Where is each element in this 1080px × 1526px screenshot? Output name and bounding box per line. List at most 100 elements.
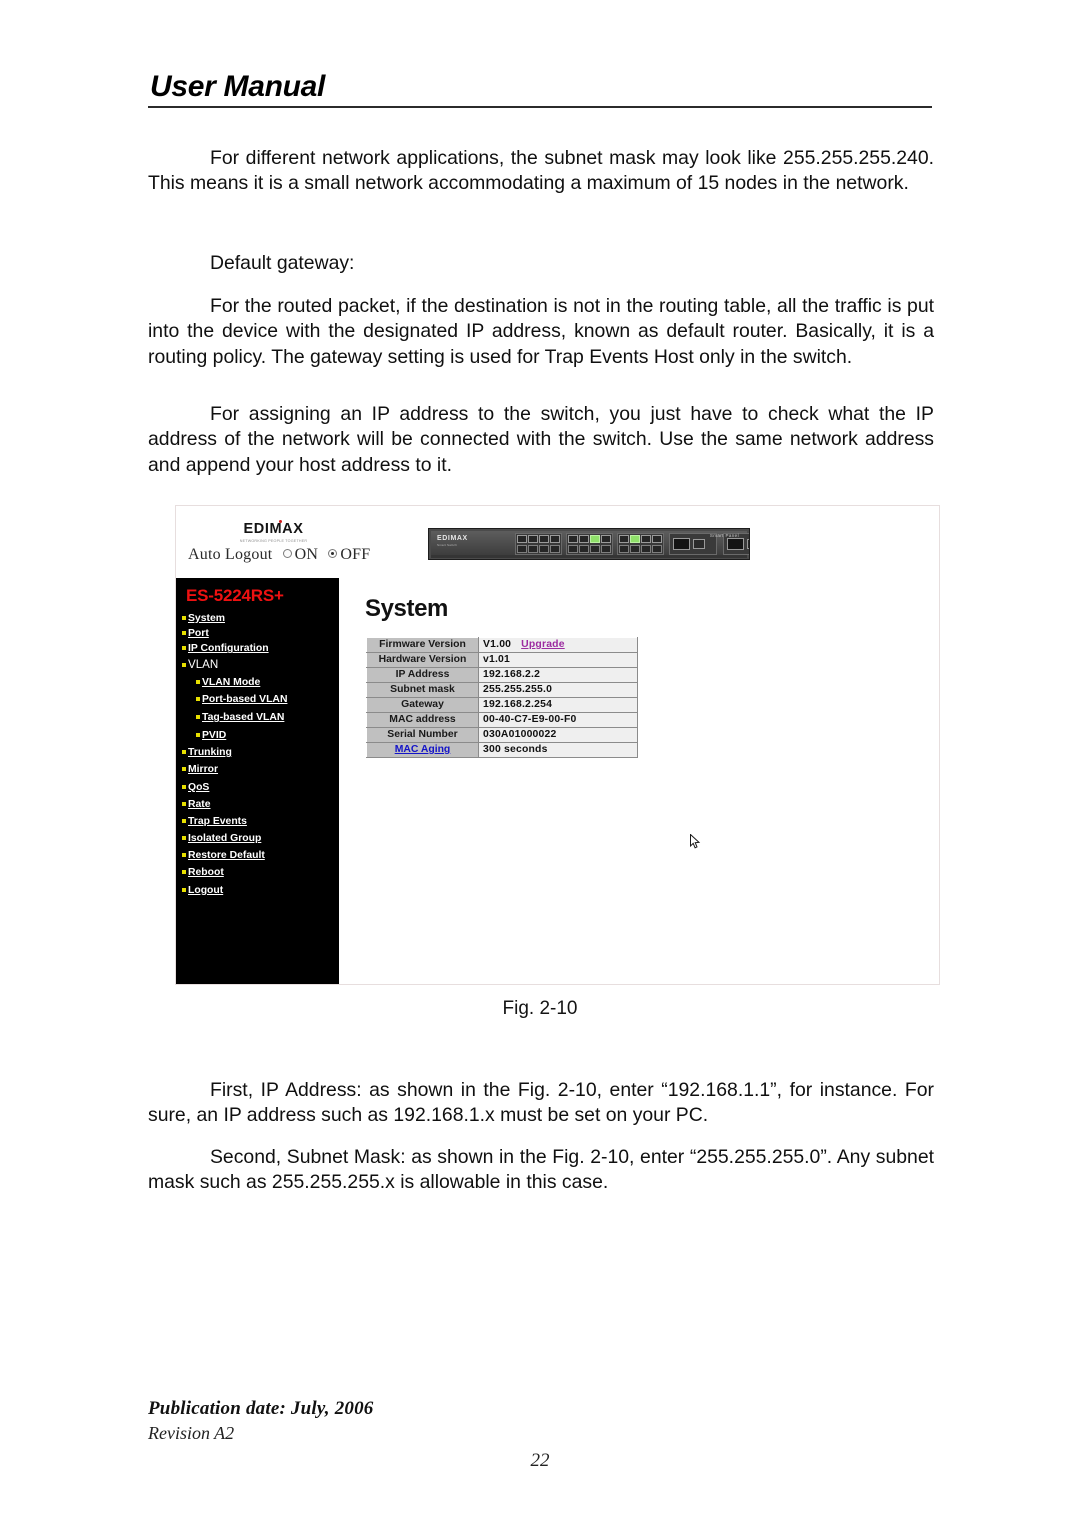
mouse-cursor-icon [690, 834, 701, 849]
sidebar-menu: System Port IP Configuration VLAN VLAN M… [182, 613, 339, 897]
paragraph-second-subnet-mask: Second, Subnet Mask: as shown in the Fig… [148, 1145, 934, 1196]
bullet-icon [182, 836, 186, 841]
row-value: 192.168.2.2 [478, 667, 638, 683]
publication-date: Publication date: July, 2006 [148, 1398, 374, 1419]
sidebar-item-label: QoS [188, 781, 210, 793]
sidebar-item-label: Logout [188, 884, 224, 896]
port-icon [517, 545, 527, 553]
switch-base-strip [431, 555, 747, 558]
sidebar-item-label: Trap Events [188, 815, 247, 827]
bullet-icon [182, 887, 186, 892]
bullet-icon [182, 818, 186, 823]
sidebar-item-label: Reboot [188, 867, 224, 879]
port-icon [539, 545, 549, 553]
sidebar-item-label: Trunking [188, 747, 232, 759]
sfp-slot-icon [673, 538, 690, 550]
edimax-logo-text: EDIMAX [243, 521, 304, 537]
table-row: MAC address 00-40-C7-E9-00-F0 [366, 712, 638, 728]
page-title: System [365, 595, 448, 622]
sidebar-item-reboot[interactable]: Reboot [182, 867, 339, 879]
table-row: Subnet mask 255.255.255.0 [366, 682, 638, 698]
bullet-icon [182, 767, 186, 772]
sfp-slot-icon [747, 539, 749, 549]
sidebar-item-tag-based-vlan[interactable]: Tag-based VLAN [196, 712, 339, 724]
port-icon [619, 545, 629, 553]
web-ui-sidebar: ES-5224RS+ System Port IP Configuration … [176, 578, 339, 984]
sidebar-item-port[interactable]: Port [182, 628, 339, 640]
port-icon [641, 545, 651, 553]
paragraph-text: First, IP Address: as shown in the Fig. … [148, 1079, 934, 1127]
table-row: Serial Number 030A01000022 [366, 727, 638, 743]
row-value: V1.00 Upgrade [478, 637, 638, 653]
paragraph-subnet-mask: For different network applications, the … [148, 146, 934, 197]
row-label: Hardware Version [366, 652, 479, 668]
bullet-icon [196, 714, 200, 719]
firmware-version-value: V1.00 [483, 639, 512, 650]
page-header: User Manual [148, 70, 932, 108]
sidebar-item-system[interactable]: System [182, 613, 339, 625]
table-row: Firmware Version V1.00 Upgrade [366, 637, 638, 653]
sidebar-item-label: VLAN [188, 657, 219, 671]
auto-logout-label: Auto Logout [188, 546, 273, 563]
sidebar-item-pvid[interactable]: PVID [196, 730, 339, 742]
port-icon [528, 535, 538, 543]
sidebar-item-port-based-vlan[interactable]: Port-based VLAN [196, 694, 339, 706]
sidebar-item-logout[interactable]: Logout [182, 885, 339, 897]
port-icon [568, 545, 578, 553]
sidebar-item-label: System [188, 613, 225, 624]
sidebar-item-trunking[interactable]: Trunking [182, 747, 339, 759]
sidebar-item-rate[interactable]: Rate [182, 799, 339, 811]
switch-panel-label: Smart Panel [709, 533, 739, 538]
sidebar-item-ip-configuration[interactable]: IP Configuration [182, 643, 339, 655]
port-icon [528, 545, 538, 553]
web-ui-content: System Firmware Version V1.00 Upgrade Har… [339, 578, 939, 984]
paragraph-text: For assigning an IP address to the switc… [148, 403, 934, 476]
port-bank-2 [566, 533, 613, 555]
switch-device-photo: EDIMAX Smart Switch Smart Panel [428, 528, 750, 560]
bullet-icon [182, 801, 186, 806]
port-row-bottom [619, 545, 662, 553]
row-value: 192.168.2.254 [478, 697, 638, 713]
sidebar-item-vlan-mode[interactable]: VLAN Mode [196, 677, 339, 689]
sidebar-item-label: Port-based VLAN [202, 694, 288, 706]
sidebar-item-trap-events[interactable]: Trap Events [182, 816, 339, 828]
port-icon [579, 535, 589, 543]
port-icon [652, 545, 662, 553]
auto-logout-on-label: ON [294, 546, 319, 563]
port-icon-active [630, 535, 640, 543]
sidebar-item-restore-default[interactable]: Restore Default [182, 850, 339, 862]
figure-screenshot-system-page: EDIMAX NETWORKING PEOPLE TOGETHER Auto L… [175, 505, 940, 985]
figure-main-area: ES-5224RS+ System Port IP Configuration … [176, 578, 939, 984]
sfp-slot-icon [693, 539, 705, 549]
row-value: v1.01 [478, 652, 638, 668]
port-bank-1 [515, 533, 562, 555]
mac-aging-link[interactable]: MAC Aging [395, 744, 451, 755]
port-icon [568, 535, 578, 543]
port-icon [590, 545, 600, 553]
sidebar-item-label: Rate [188, 798, 211, 810]
port-icon [550, 545, 560, 553]
sidebar-item-mirror[interactable]: Mirror [182, 764, 339, 776]
paragraph-text: For different network applications, the … [148, 147, 934, 195]
auto-logout-control: Auto Logout ON OFF [188, 546, 370, 564]
table-row: Gateway 192.168.2.254 [366, 697, 638, 713]
port-icon [579, 545, 589, 553]
row-value: 00-40-C7-E9-00-F0 [478, 712, 638, 728]
upgrade-link[interactable]: Upgrade [521, 639, 565, 650]
port-icon [539, 535, 549, 543]
table-row: MAC Aging 300 seconds [366, 742, 638, 758]
port-icon [641, 535, 651, 543]
port-icon [630, 545, 640, 553]
document-page: User Manual For different network applic… [0, 0, 1080, 1526]
port-row-top [619, 535, 662, 543]
sidebar-item-label: IP Configuration [188, 643, 269, 655]
auto-logout-radio-on[interactable] [282, 549, 292, 558]
port-row-bottom [517, 545, 560, 553]
sidebar-item-label: Tag-based VLAN [202, 711, 285, 723]
auto-logout-off-label: OFF [340, 546, 371, 563]
sidebar-item-vlan: VLAN [182, 657, 339, 672]
sidebar-item-qos[interactable]: QoS [182, 782, 339, 794]
auto-logout-radio-off[interactable] [328, 549, 338, 558]
edimax-tagline: NETWORKING PEOPLE TOGETHER [239, 539, 308, 543]
sidebar-item-isolated-group[interactable]: Isolated Group [182, 833, 339, 845]
